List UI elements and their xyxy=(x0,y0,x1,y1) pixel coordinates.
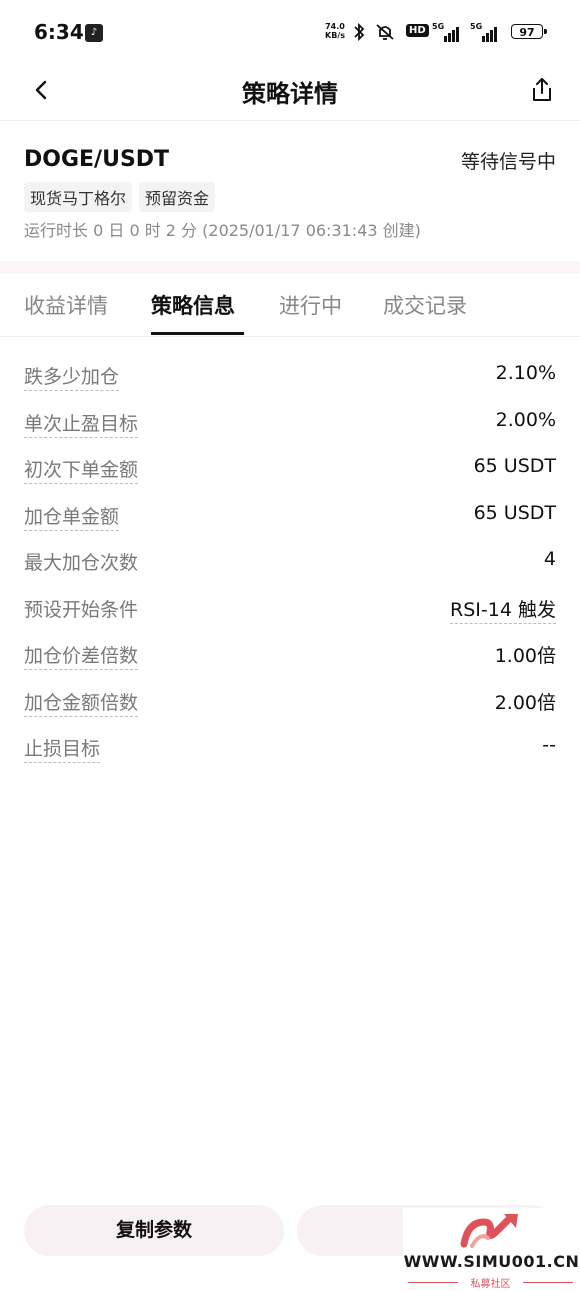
param-row: 加仓价差倍数 1.00倍 xyxy=(0,631,580,678)
mute-bell-icon xyxy=(374,22,396,46)
strategy-tags: 现货马丁格尔 预留资金 xyxy=(24,182,216,212)
param-label-initial-order[interactable]: 初次下单金额 xyxy=(24,455,139,484)
param-value-initial-order: 65 USDT xyxy=(473,455,556,477)
watermark-subtitle-line: 私募社区 xyxy=(408,1275,573,1290)
bluetooth-icon xyxy=(352,22,366,46)
param-label-price-step-multiplier[interactable]: 加仓价差倍数 xyxy=(24,641,139,670)
param-row: 跌多少加仓 2.10% xyxy=(0,352,580,399)
tag-reserve-funds: 预留资金 xyxy=(139,182,216,212)
param-row: 加仓单金额 65 USDT xyxy=(0,492,580,539)
tag-strategy-type: 现货马丁格尔 xyxy=(24,182,133,212)
copy-params-button[interactable]: 复制参数 xyxy=(24,1205,284,1256)
tab-trade-history[interactable]: 成交记录 xyxy=(383,290,467,320)
status-bar: 6:34 ♪ 74.0 KB/s HD 5G 5G 97 xyxy=(0,0,580,64)
tab-profit-details[interactable]: 收益详情 xyxy=(24,290,108,320)
param-value-add-order: 65 USDT xyxy=(473,501,556,524)
param-label-start-condition: 预设开始条件 xyxy=(24,598,139,621)
hd-voice-badge: HD xyxy=(406,24,429,37)
param-value-price-step-multiplier: 1.00倍 xyxy=(494,645,556,667)
battery-icon: 97 xyxy=(511,24,547,39)
nav-bar: 策略详情 xyxy=(0,64,580,121)
watermark: WWW.SIMU001.CN 私募社区 xyxy=(403,1208,580,1291)
share-button[interactable] xyxy=(524,72,560,108)
watermark-site: WWW.SIMU001.CN xyxy=(403,1252,580,1271)
param-row: 预设开始条件 RSI-14 触发 xyxy=(0,585,580,632)
param-label-take-profit[interactable]: 单次止盈目标 xyxy=(24,409,139,438)
param-value-take-profit: 2.00% xyxy=(495,408,556,431)
tab-in-progress[interactable]: 进行中 xyxy=(279,290,342,320)
param-value-amount-multiplier: 2.00倍 xyxy=(494,691,556,714)
param-value-start-condition[interactable]: RSI-14 触发 xyxy=(450,595,556,624)
network-speed: 74.0 KB/s xyxy=(325,22,345,40)
trading-pair: DOGE/USDT xyxy=(24,147,170,172)
watermark-logo-icon xyxy=(460,1214,518,1248)
param-value-stop-loss: -- xyxy=(542,734,556,756)
param-row: 单次止盈目标 2.00% xyxy=(0,399,580,446)
signal-label-sim1: 5G xyxy=(432,22,445,31)
page-title: 策略详情 xyxy=(242,80,338,108)
tab-bar: 收益详情 策略信息 进行中 成交记录 xyxy=(0,274,580,337)
strategy-header: DOGE/USDT 等待信号中 现货马丁格尔 预留资金 运行时长 0 日 0 时… xyxy=(0,121,580,261)
param-row: 最大加仓次数 4 xyxy=(0,538,580,585)
param-value-max-adds: 4 xyxy=(543,548,556,570)
param-row: 加仓金额倍数 2.00倍 xyxy=(0,678,580,725)
signal-icon-sim1: 5G xyxy=(432,22,462,42)
active-tab-indicator xyxy=(151,332,244,335)
param-value-drop-to-add: 2.10% xyxy=(495,362,556,384)
strategy-params-list: 跌多少加仓 2.10% 单次止盈目标 2.00% 初次下单金额 65 USDT … xyxy=(0,352,580,771)
param-row: 止损目标 -- xyxy=(0,724,580,771)
param-label-amount-multiplier[interactable]: 加仓金额倍数 xyxy=(24,688,139,717)
watermark-rule-right xyxy=(523,1282,573,1283)
param-label-max-adds: 最大加仓次数 xyxy=(24,552,139,574)
tab-strategy-info[interactable]: 策略信息 xyxy=(151,290,235,320)
network-speed-unit: KB/s xyxy=(325,31,345,40)
status-time: 6:34 xyxy=(34,20,84,44)
param-label-drop-to-add[interactable]: 跌多少加仓 xyxy=(24,362,120,391)
notification-app-icon: ♪ xyxy=(85,24,103,42)
strategy-status: 等待信号中 xyxy=(460,151,556,173)
signal-label-sim2: 5G xyxy=(470,22,483,31)
share-icon xyxy=(533,78,551,101)
runtime-text: 运行时长 0 日 0 时 2 分 (2025/01/17 06:31:43 创建… xyxy=(24,221,421,240)
param-row: 初次下单金额 65 USDT xyxy=(0,445,580,492)
param-label-stop-loss[interactable]: 止损目标 xyxy=(24,734,101,763)
param-label-add-order[interactable]: 加仓单金额 xyxy=(24,502,120,531)
network-speed-value: 74.0 xyxy=(325,22,345,31)
section-divider xyxy=(0,261,580,274)
signal-icon-sim2: 5G xyxy=(470,22,500,42)
